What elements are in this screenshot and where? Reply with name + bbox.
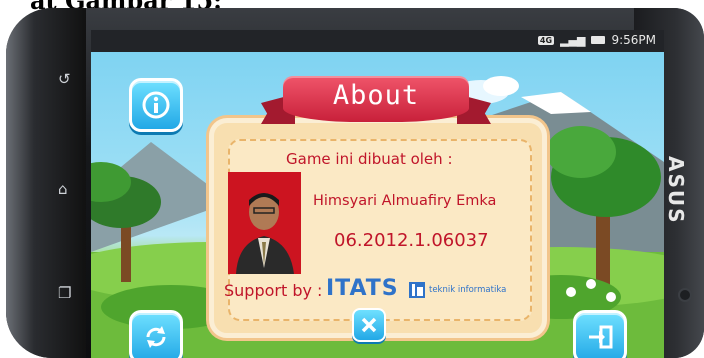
network-badge: 4G [537,35,555,45]
home-icon[interactable]: ⌂ [58,180,68,198]
exit-button[interactable] [573,310,627,358]
back-icon[interactable]: ↺ [58,70,71,88]
phone-frame: ↺ ⌂ ❐ ASUS 4G ▂▄▆ 9:56PM About Game ini … [6,8,704,358]
author-photo [228,172,301,274]
support-label: Support by : [224,281,323,300]
recent-apps-icon[interactable]: ❐ [58,284,71,302]
dialog-title: About [332,80,420,111]
brand-logo: ASUS [664,156,688,225]
camera-icon [678,288,692,302]
itats-logo: ITATS [326,276,399,301]
author-name: Himsyari Almuafiry Emka [313,193,497,209]
ti-logo-icon [409,282,425,298]
dialog-title-ribbon: About [261,76,491,138]
battery-icon [591,36,606,44]
signal-icon: ▂▄▆ [560,33,586,47]
status-bar: 4G ▂▄▆ 9:56PM [91,30,664,52]
teknik-informatika-logo: teknik informatika [409,282,506,298]
close-button[interactable] [352,308,386,342]
made-by-label: Game ini dibuat oleh : [286,150,453,168]
refresh-button[interactable] [129,310,183,358]
info-button[interactable] [129,78,183,132]
clock: 9:56PM [611,33,656,47]
exit-icon [585,322,615,352]
phone-left-bezel: ↺ ⌂ ❐ [6,8,86,358]
student-id: 06.2012.1.06037 [334,230,489,251]
ti-logo-text: teknik informatika [429,285,507,295]
close-icon [361,317,377,333]
refresh-icon [141,322,171,352]
info-icon [141,90,171,120]
